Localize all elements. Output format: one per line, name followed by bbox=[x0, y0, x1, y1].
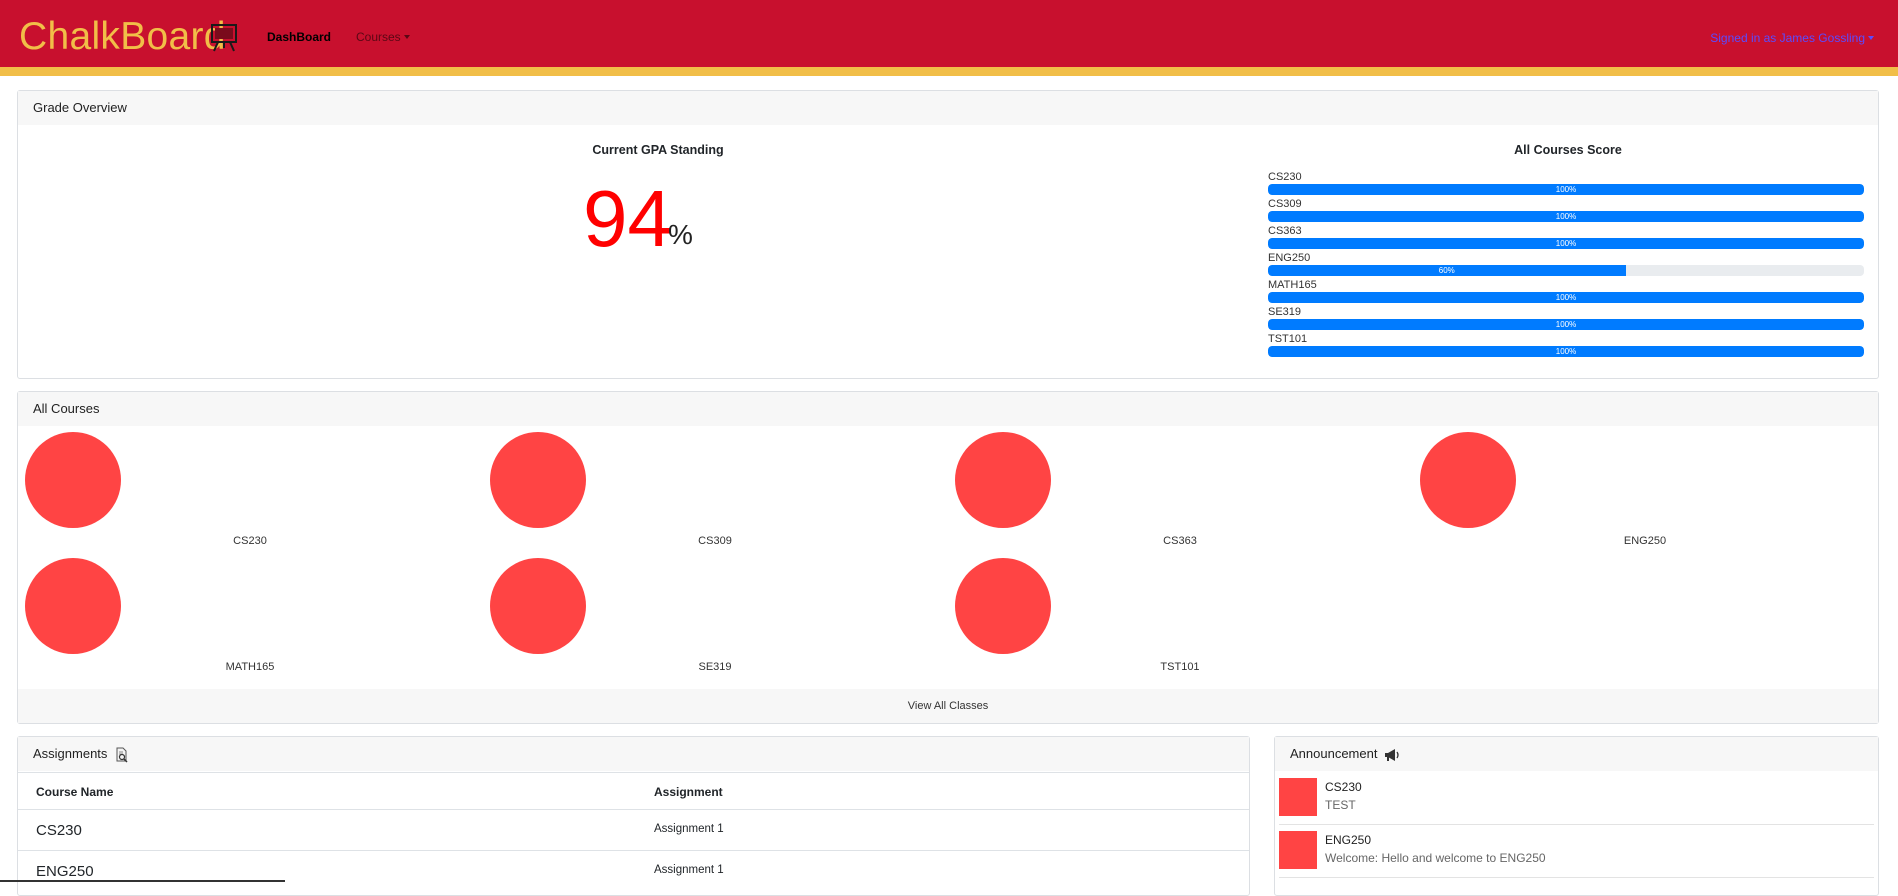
brand-logo-text[interactable]: ChalkBoard bbox=[19, 15, 226, 59]
course-tile-math165[interactable]: MATH165 bbox=[18, 558, 482, 684]
nav-courses-label: Courses bbox=[356, 30, 401, 44]
course-tile-cs230[interactable]: CS230 bbox=[18, 432, 482, 558]
progress-track: 100% bbox=[1268, 184, 1864, 195]
course-name: CS309 bbox=[698, 535, 732, 547]
progress-bar: 100% bbox=[1268, 319, 1864, 330]
progress-track: 60% bbox=[1268, 265, 1864, 276]
course-name: MATH165 bbox=[225, 661, 275, 673]
assignments-header: Assignments bbox=[18, 737, 1249, 771]
score-course-label: CS363 bbox=[1268, 225, 1302, 237]
assignments-title: Assignments bbox=[33, 746, 108, 761]
announcement-course: ENG250 bbox=[1325, 833, 1372, 847]
progress-track: 100% bbox=[1268, 292, 1864, 303]
score-row-cs230: CS230 100% bbox=[1268, 171, 1864, 195]
course-thumbnail bbox=[955, 558, 1051, 654]
progress-track: 100% bbox=[1268, 211, 1864, 222]
signed-in-label: Signed in as James Gossling bbox=[1710, 31, 1865, 45]
course-tile-eng250[interactable]: ENG250 bbox=[1413, 432, 1877, 558]
course-tile-se319[interactable]: SE319 bbox=[483, 558, 947, 684]
progress-bar: 60% bbox=[1268, 265, 1626, 276]
score-row-math165: MATH165 100% bbox=[1268, 279, 1864, 303]
all-courses-card: All Courses CS230 CS309 CS363 ENG250 MAT… bbox=[17, 391, 1879, 724]
user-account-dropdown[interactable]: Signed in as James Gossling bbox=[1710, 31, 1874, 45]
score-course-label: TST101 bbox=[1268, 333, 1308, 345]
nav-dashboard-link[interactable]: DashBoard bbox=[267, 30, 331, 44]
score-course-label: SE319 bbox=[1268, 306, 1302, 318]
document-search-icon bbox=[116, 747, 128, 763]
table-row[interactable]: CS230 Assignment 1 bbox=[18, 809, 1249, 850]
announcement-text: TEST bbox=[1325, 798, 1356, 812]
announcements-header: Announcement bbox=[1275, 737, 1878, 771]
column-header-assignment: Assignment bbox=[654, 785, 723, 799]
megaphone-icon bbox=[1385, 748, 1399, 761]
score-course-label: MATH165 bbox=[1268, 279, 1317, 291]
course-thumbnail bbox=[955, 432, 1051, 528]
nav-courses-dropdown[interactable]: Courses bbox=[356, 30, 410, 44]
score-row-eng250: ENG250 60% bbox=[1268, 252, 1864, 276]
assignment-cell[interactable]: Assignment 1 bbox=[654, 864, 724, 876]
chevron-down-icon bbox=[403, 35, 410, 39]
course-name: CS230 bbox=[233, 535, 267, 547]
gpa-unit: % bbox=[668, 219, 693, 250]
course-name-cell: CS230 bbox=[36, 822, 82, 839]
progress-track: 100% bbox=[1268, 238, 1864, 249]
announcement-course: CS230 bbox=[1325, 780, 1362, 794]
gpa-title: Current GPA Standing bbox=[592, 143, 724, 157]
score-row-se319: SE319 100% bbox=[1268, 306, 1864, 330]
course-thumbnail bbox=[490, 432, 586, 528]
progress-track: 100% bbox=[1268, 346, 1864, 357]
course-name: SE319 bbox=[698, 661, 732, 673]
gpa-value: 94 bbox=[583, 174, 672, 263]
assignments-card: Assignments Course Name Assignment CS230… bbox=[17, 736, 1250, 896]
course-name: TST101 bbox=[1160, 661, 1200, 673]
table-row[interactable]: ENG250 Assignment 1 bbox=[18, 850, 1249, 891]
announcements-card: Announcement CS230 TEST ENG250 Welcome: … bbox=[1274, 736, 1879, 896]
announcement-text: Welcome: Hello and welcome to ENG250 bbox=[1325, 851, 1546, 865]
progress-bar: 100% bbox=[1268, 238, 1864, 249]
course-thumbnail bbox=[1420, 432, 1516, 528]
column-header-course-name: Course Name bbox=[36, 785, 114, 799]
announcements-title: Announcement bbox=[1290, 746, 1378, 761]
progress-track: 100% bbox=[1268, 319, 1864, 330]
grade-overview-card: Grade Overview Current GPA Standing 94 %… bbox=[17, 90, 1879, 379]
score-row-cs363: CS363 100% bbox=[1268, 225, 1864, 249]
course-tile-cs363[interactable]: CS363 bbox=[948, 432, 1412, 558]
score-course-label: CS309 bbox=[1268, 198, 1302, 210]
top-navbar: ChalkBoard DashBoard Courses Signed in a… bbox=[0, 0, 1898, 76]
score-row-cs309: CS309 100% bbox=[1268, 198, 1864, 222]
table-header-row: Course Name Assignment bbox=[18, 772, 1249, 809]
announcement-thumbnail bbox=[1279, 831, 1317, 869]
course-thumbnail bbox=[490, 558, 586, 654]
announcement-item[interactable]: CS230 TEST bbox=[1279, 772, 1874, 825]
course-name: CS363 bbox=[1163, 535, 1197, 547]
course-tile-tst101[interactable]: TST101 bbox=[948, 558, 1412, 684]
score-course-label: ENG250 bbox=[1268, 252, 1311, 264]
chevron-down-icon bbox=[1868, 36, 1874, 40]
chalkboard-icon bbox=[211, 24, 237, 52]
all-courses-header: All Courses bbox=[18, 392, 1878, 426]
progress-bar: 100% bbox=[1268, 346, 1864, 357]
course-tile-cs309[interactable]: CS309 bbox=[483, 432, 947, 558]
grade-overview-header: Grade Overview bbox=[18, 91, 1878, 125]
course-name-cell: ENG250 bbox=[36, 863, 94, 880]
score-row-tst101: TST101 100% bbox=[1268, 333, 1864, 357]
view-all-classes-link[interactable]: View All Classes bbox=[18, 689, 1878, 723]
progress-bar: 100% bbox=[1268, 292, 1864, 303]
all-courses-score-title: All Courses Score bbox=[1514, 143, 1622, 157]
course-thumbnail bbox=[25, 558, 121, 654]
announcement-item[interactable]: ENG250 Welcome: Hello and welcome to ENG… bbox=[1279, 825, 1874, 878]
course-thumbnail bbox=[25, 432, 121, 528]
announcement-thumbnail bbox=[1279, 778, 1317, 816]
course-name: ENG250 bbox=[1623, 535, 1667, 547]
score-course-label: CS230 bbox=[1268, 171, 1302, 183]
progress-bar: 100% bbox=[1268, 211, 1864, 222]
assignment-cell[interactable]: Assignment 1 bbox=[654, 823, 724, 835]
progress-bar: 100% bbox=[1268, 184, 1864, 195]
